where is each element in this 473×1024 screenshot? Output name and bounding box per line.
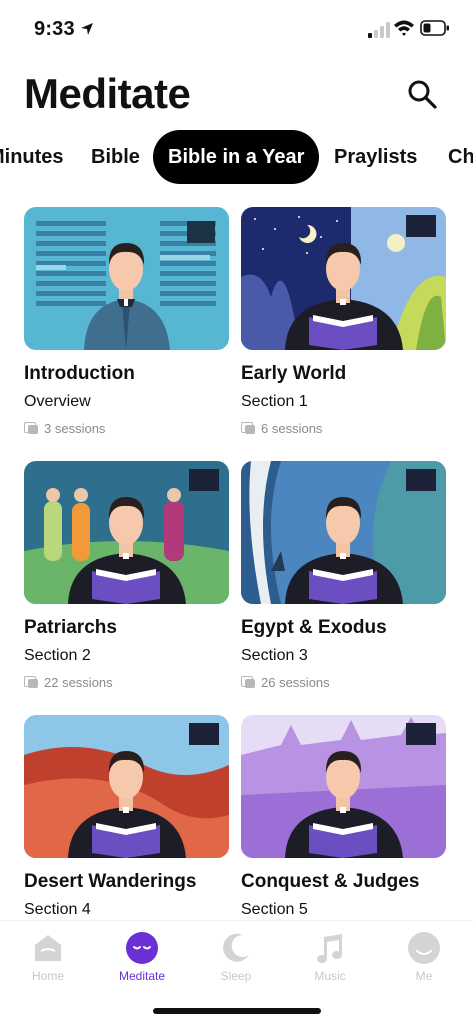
search-icon[interactable] [406,78,438,110]
moon-icon [223,933,249,962]
tab-ch[interactable]: Ch [448,130,473,184]
session-count-text: 6 sessions [261,421,323,436]
course-thumbnail[interactable] [241,715,446,858]
home-indicator [153,1008,321,1014]
session-count-text: 3 sessions [44,421,106,436]
card-subtitle: Section 5 [241,901,308,918]
tabbar-music[interactable]: Music [290,931,370,983]
card-subtitle: Section 4 [24,901,91,918]
course-thumbnail[interactable] [24,461,229,604]
tabbar-me-label: Me [415,969,433,983]
music-note-icon [317,934,342,963]
cellular-signal-icon [368,22,390,38]
tabbar-music-label: Music [314,969,346,983]
card-title: Conquest & Judges [241,871,420,892]
sessions-icon [241,422,255,434]
course-thumbnail[interactable] [24,715,229,858]
page-title: Meditate [24,70,191,117]
course-thumbnail[interactable] [241,207,446,350]
session-count: 6 sessions [241,421,322,436]
priest-conquest-illustration-icon [241,715,446,858]
location-arrow-icon [81,23,93,35]
card-title: Egypt & Exodus [241,617,387,638]
tab-bible[interactable]: Bible [91,130,140,184]
session-count: 22 sessions [24,675,113,690]
profile-face-icon [408,932,440,964]
priest-illustration-icon [24,207,229,350]
status-bar: 9:33 [0,0,473,56]
tabbar-home[interactable]: Home [8,931,88,983]
session-count-text: 22 sessions [44,675,113,690]
category-tabs: Minutes Bible Bible in a Year Praylists … [0,130,473,184]
card-title: Introduction [24,363,135,384]
session-count: 26 sessions [241,675,330,690]
tabbar-meditate[interactable]: Meditate [102,931,182,983]
tabbar-me[interactable]: Me [384,931,464,983]
course-thumbnail[interactable] [241,461,446,604]
session-count: 3 sessions [24,421,105,436]
wifi-icon [394,20,414,36]
course-thumbnail[interactable] [24,207,229,350]
tabbar-sleep[interactable]: Sleep [196,931,276,983]
priest-exodus-illustration-icon [241,461,446,604]
card-title: Desert Wanderings [24,871,197,892]
card-subtitle: Overview [24,393,91,410]
card-subtitle: Section 2 [24,647,91,664]
status-time: 9:33 [34,18,75,40]
tabbar-home-label: Home [31,969,64,983]
card-title: Patriarchs [24,617,117,638]
priest-night-day-illustration-icon [241,207,446,350]
card-subtitle: Section 1 [241,393,308,410]
tab-minutes[interactable]: Minutes [0,130,64,184]
card-subtitle: Section 3 [241,647,308,664]
session-count-text: 26 sessions [261,675,330,690]
meditate-face-icon [126,932,158,964]
tab-praylists[interactable]: Praylists [334,130,417,184]
card-title: Early World [241,363,347,384]
priest-desert-illustration-icon [24,715,229,858]
tabbar-sleep-label: Sleep [220,969,252,983]
home-icon [35,935,61,961]
tabbar-meditate-label: Meditate [118,969,166,983]
tab-bible-in-a-year[interactable]: Bible in a Year [153,130,320,184]
sessions-icon [24,676,38,688]
sessions-icon [24,422,38,434]
battery-icon [420,20,449,36]
sessions-icon [241,676,255,688]
priest-patriarchs-illustration-icon [24,461,229,604]
